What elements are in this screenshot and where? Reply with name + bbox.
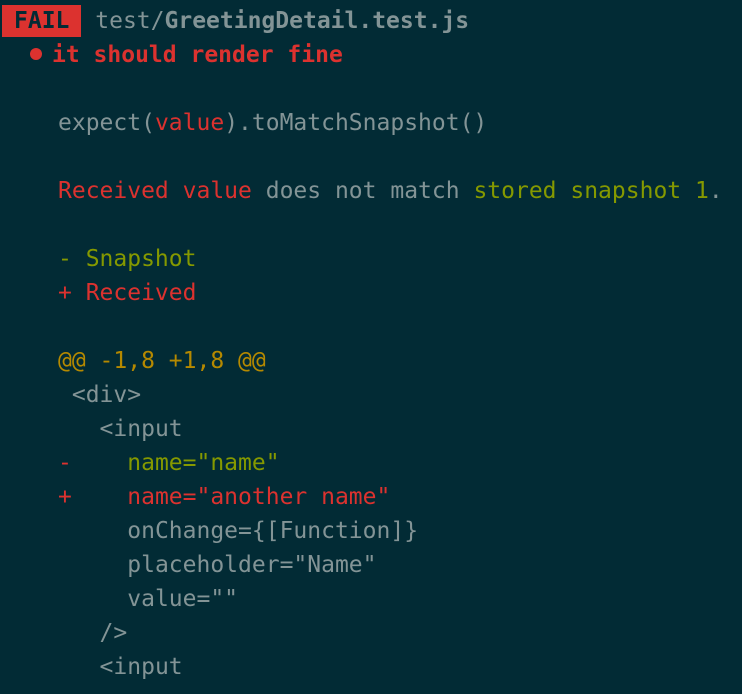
expect-line: expect(value).toMatchSnapshot() [58,106,487,140]
expect-matcher: ).toMatchSnapshot() [224,110,488,136]
diff-line: <input [58,412,183,446]
expect-call: expect( [58,110,155,136]
received-value-text: Received value [58,178,252,204]
diff-marker [58,620,72,646]
diff-text: /> [71,620,128,646]
terminal-window: FAIL test/GreetingDetail.test.js it shou… [0,0,742,694]
diff-marker [58,552,72,578]
test-file-header: FAIL test/GreetingDetail.test.js [0,4,469,38]
diff-hunk-header: @@ -1,8 +1,8 @@ [58,348,266,374]
diff-marker [58,586,72,612]
diff-marker-minus: - [58,450,72,476]
mismatch-message: Received value does not match stored sna… [58,174,723,208]
diff-text: <input [71,416,183,442]
diff-line: onChange={[Function]} [58,514,418,548]
diff-line-removed: - name="name" [58,446,280,480]
period-text: . [708,178,723,204]
diff-marker [58,416,72,442]
fail-badge: FAIL [2,5,82,37]
diff-text: placeholder="Name" [71,552,377,578]
legend-received: + Received [58,280,197,306]
diff-text: name="name" [71,450,280,476]
bullet-icon [30,47,42,60]
expect-value: value [154,110,225,136]
test-title-line: it should render fine [30,38,343,72]
file-path-name: GreetingDetail.test.js [164,8,470,34]
diff-marker [58,654,72,680]
does-not-match-text: does not match [251,178,474,204]
diff-marker-plus: + [58,484,72,510]
diff-marker [58,518,72,544]
diff-line: <div> [58,378,141,412]
diff-line: value="" [58,582,238,616]
diff-text: <input [71,654,183,680]
stored-snapshot-text: stored snapshot 1 [473,178,709,204]
diff-marker [58,382,72,408]
diff-text: value="" [71,586,239,612]
diff-text: name="another name" [71,484,391,510]
diff-line: placeholder="Name" [58,548,377,582]
diff-line: /> [58,616,128,650]
diff-line: <input [58,650,183,684]
legend-snapshot: - Snapshot [58,246,197,272]
diff-line-added: + name="another name" [58,480,390,514]
file-path-dir: test/ [95,8,165,34]
diff-text: onChange={[Function]} [71,518,419,544]
test-title: it should render fine [52,42,343,68]
diff-text: <div> [71,382,142,408]
